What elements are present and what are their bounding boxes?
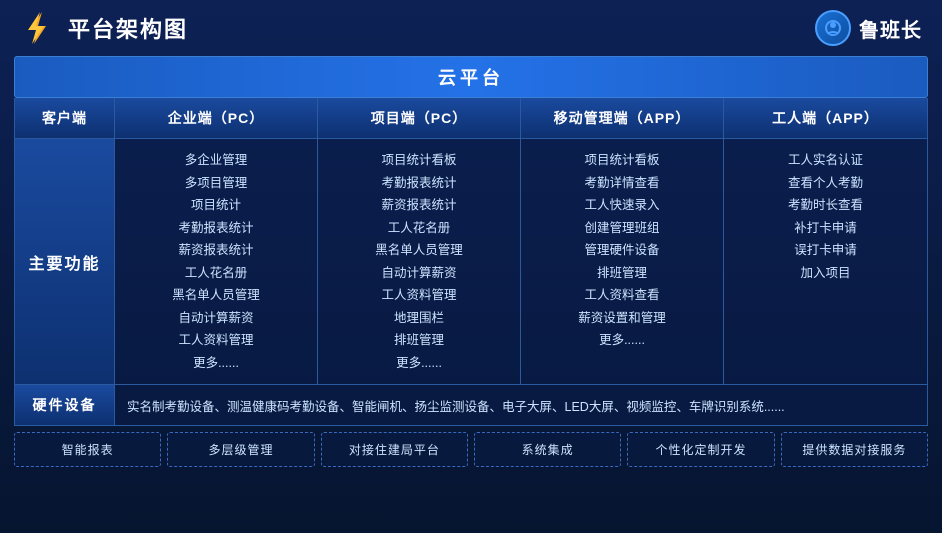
- col-client: 客户端: [15, 98, 115, 138]
- col-worker: 工人端（APP）: [724, 98, 927, 138]
- list-item: 项目统计看板: [529, 149, 715, 172]
- brand-svg: [822, 17, 844, 39]
- list-item: 考勤报表统计: [326, 172, 512, 195]
- cloud-label: 云平台: [438, 68, 504, 88]
- cloud-banner: 云平台: [14, 56, 928, 98]
- list-item: 工人快速录入: [529, 194, 715, 217]
- list-item: 多项目管理: [123, 172, 309, 195]
- feature-item: 提供数据对接服务: [781, 432, 928, 467]
- list-item: 考勤详情查看: [529, 172, 715, 195]
- brand-logo: 鲁班长: [815, 10, 922, 46]
- feature-item: 多层级管理: [167, 432, 314, 467]
- list-item: 工人实名认证: [732, 149, 919, 172]
- list-item: 考勤时长查看: [732, 194, 919, 217]
- main-func-label: 主要功能: [15, 139, 115, 384]
- project-func-cell: 项目统计看板考勤报表统计薪资报表统计工人花名册黑名单人员管理自动计算薪资工人资料…: [318, 139, 521, 384]
- list-item: 更多......: [529, 329, 715, 352]
- feature-item: 个性化定制开发: [627, 432, 774, 467]
- list-item: 黑名单人员管理: [326, 239, 512, 262]
- list-item: 自动计算薪资: [326, 262, 512, 285]
- list-item: 项目统计看板: [326, 149, 512, 172]
- list-item: 项目统计: [123, 194, 309, 217]
- list-item: 补打卡申请: [732, 217, 919, 240]
- list-item: 加入项目: [732, 262, 919, 285]
- page-wrapper: 平台架构图 鲁班长 云平台 客户端 企业端（PC） 项目端（PC） 移动管理端（…: [0, 0, 942, 533]
- list-item: 管理硬件设备: [529, 239, 715, 262]
- list-item: 工人花名册: [326, 217, 512, 240]
- feature-item: 智能报表: [14, 432, 161, 467]
- list-item: 排班管理: [326, 329, 512, 352]
- list-item: 查看个人考勤: [732, 172, 919, 195]
- list-item: 薪资设置和管理: [529, 307, 715, 330]
- list-item: 自动计算薪资: [123, 307, 309, 330]
- features-row: 智能报表多层级管理对接住建局平台系统集成个性化定制开发提供数据对接服务: [14, 432, 928, 467]
- enterprise-func-cell: 多企业管理多项目管理项目统计考勤报表统计薪资报表统计工人花名册黑名单人员管理自动…: [115, 139, 318, 384]
- list-item: 多企业管理: [123, 149, 309, 172]
- feature-item: 对接住建局平台: [321, 432, 468, 467]
- list-item: 工人花名册: [123, 262, 309, 285]
- col-enterprise: 企业端（PC）: [115, 98, 318, 138]
- hardware-content: 实名制考勤设备、测温健康码考勤设备、智能闸机、扬尘监测设备、电子大屏、LED大屏…: [115, 385, 927, 425]
- list-item: 更多......: [326, 352, 512, 375]
- list-item: 误打卡申请: [732, 239, 919, 262]
- list-item: 黑名单人员管理: [123, 284, 309, 307]
- worker-func-cell: 工人实名认证查看个人考勤考勤时长查看补打卡申请误打卡申请加入项目: [724, 139, 927, 384]
- col-mobile: 移动管理端（APP）: [521, 98, 724, 138]
- column-headers: 客户端 企业端（PC） 项目端（PC） 移动管理端（APP） 工人端（APP）: [14, 98, 928, 139]
- main-content: 云平台 客户端 企业端（PC） 项目端（PC） 移动管理端（APP） 工人端（A…: [0, 56, 942, 477]
- logo-icon: [20, 10, 56, 46]
- col-project: 项目端（PC）: [318, 98, 521, 138]
- list-item: 排班管理: [529, 262, 715, 285]
- page-title: 平台架构图: [68, 12, 188, 44]
- header-left: 平台架构图: [20, 10, 188, 46]
- list-item: 地理围栏: [326, 307, 512, 330]
- list-item: 更多......: [123, 352, 309, 375]
- hardware-row: 硬件设备 实名制考勤设备、测温健康码考勤设备、智能闸机、扬尘监测设备、电子大屏、…: [14, 385, 928, 426]
- feature-item: 系统集成: [474, 432, 621, 467]
- brand-name: 鲁班长: [859, 14, 922, 43]
- list-item: 工人资料管理: [123, 329, 309, 352]
- list-item: 考勤报表统计: [123, 217, 309, 240]
- main-func-row: 主要功能 多企业管理多项目管理项目统计考勤报表统计薪资报表统计工人花名册黑名单人…: [14, 139, 928, 385]
- list-item: 工人资料管理: [326, 284, 512, 307]
- list-item: 工人资料查看: [529, 284, 715, 307]
- header: 平台架构图 鲁班长: [0, 0, 942, 56]
- hardware-label: 硬件设备: [15, 385, 115, 425]
- brand-icon: [815, 10, 851, 46]
- list-item: 薪资报表统计: [123, 239, 309, 262]
- list-item: 创建管理班组: [529, 217, 715, 240]
- list-item: 薪资报表统计: [326, 194, 512, 217]
- mobile-func-cell: 项目统计看板考勤详情查看工人快速录入创建管理班组管理硬件设备排班管理工人资料查看…: [521, 139, 724, 384]
